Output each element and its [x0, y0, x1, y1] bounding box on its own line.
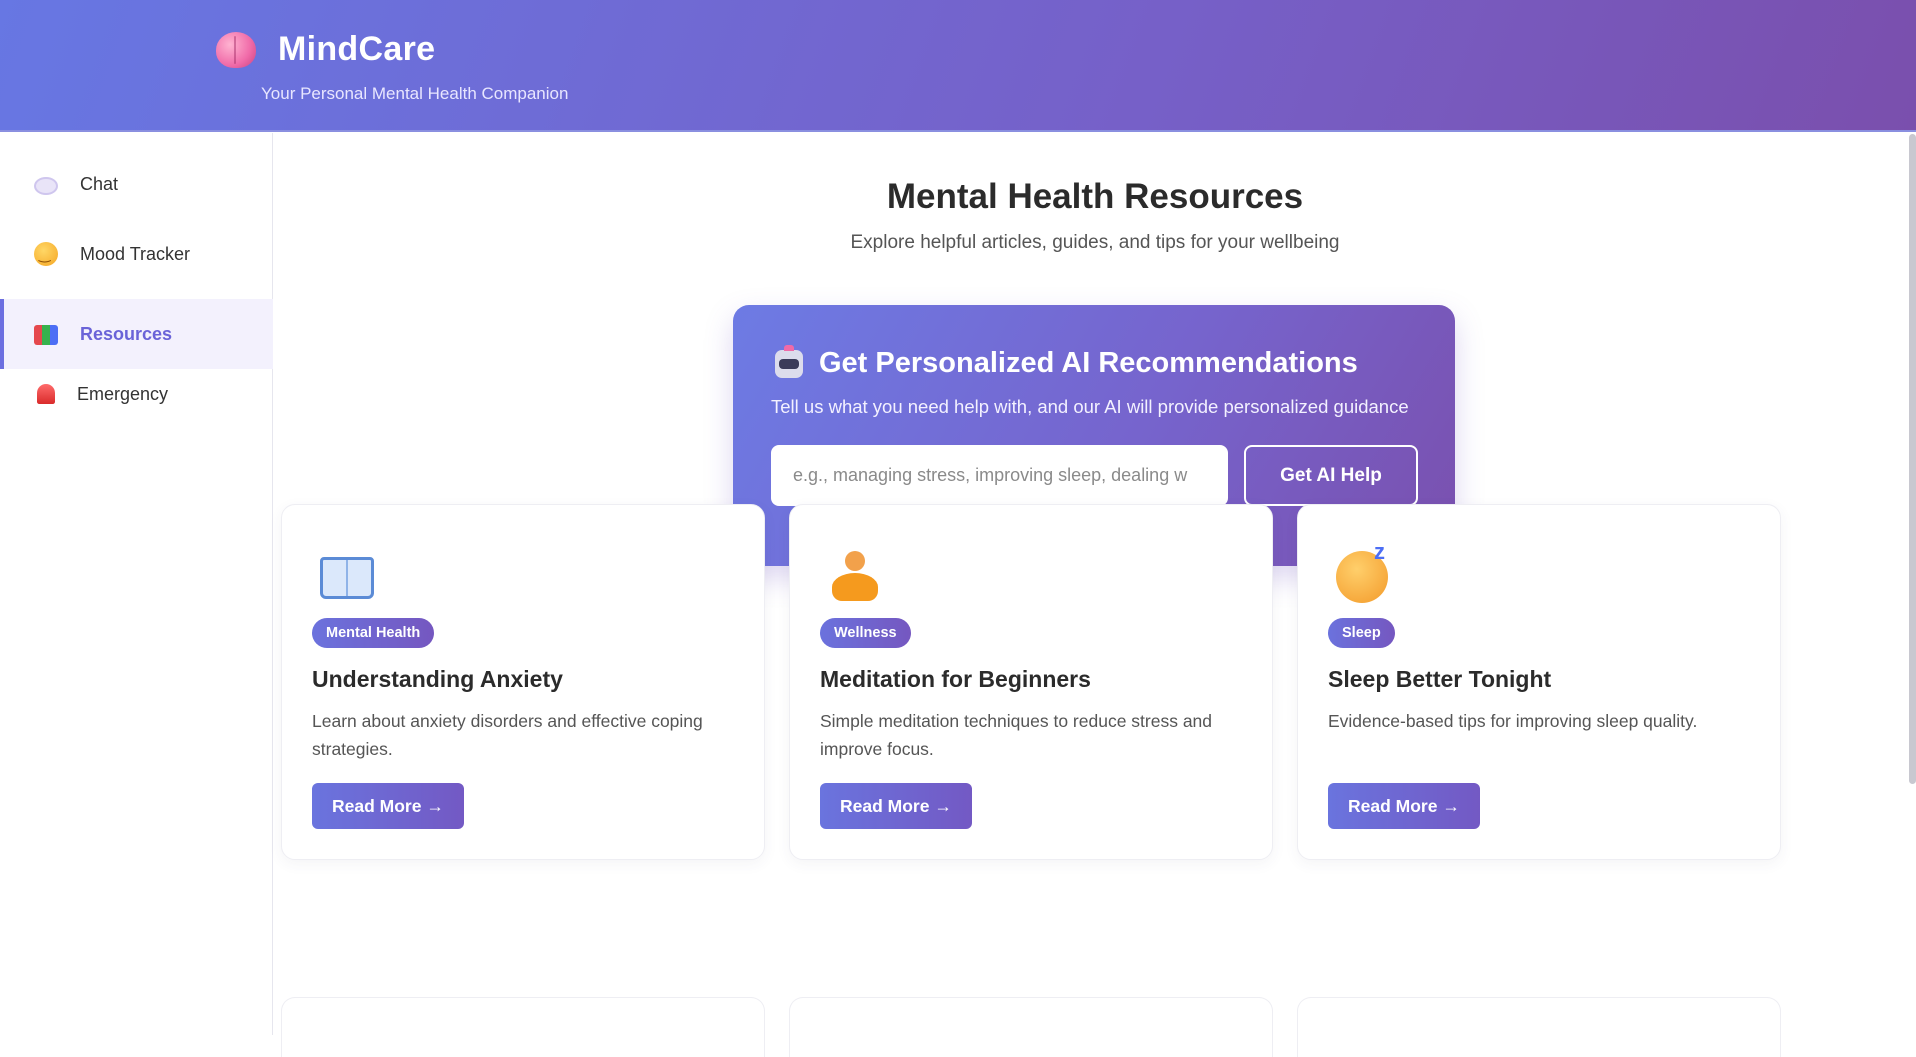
page-title: Mental Health Resources — [886, 177, 1304, 216]
brand[interactable]: MindCare — [216, 30, 435, 69]
card-title: Sleep Better Tonight — [1328, 666, 1552, 692]
sidebar-item-label: Chat — [80, 173, 119, 194]
main-content: Mental Health Resources Explore helpful … — [274, 133, 1916, 1057]
smile-icon — [34, 242, 58, 266]
card-title: Understanding Anxiety — [312, 666, 563, 692]
read-more-button[interactable]: Read More → — [1328, 783, 1480, 829]
category-tag: Mental Health — [312, 618, 435, 648]
card-description: Simple meditation techniques to reduce s… — [820, 711, 1213, 759]
siren-icon — [37, 384, 55, 404]
meditation-icon — [828, 551, 882, 603]
sidebar: Chat Mood Tracker Resources Emergency — [0, 133, 273, 1035]
resource-card-partial — [1297, 997, 1781, 1057]
books-icon — [34, 325, 58, 345]
category-tag: Sleep — [1328, 618, 1395, 648]
read-more-button[interactable]: Read More → — [312, 783, 464, 829]
sidebar-item-label: Mood Tracker — [80, 243, 191, 264]
sidebar-item-label: Resources — [80, 323, 173, 344]
resource-card-anxiety: Mental Health Understanding Anxiety Lear… — [281, 504, 765, 860]
ai-help-input[interactable] — [771, 445, 1228, 506]
sidebar-item-emergency[interactable]: Emergency — [0, 359, 273, 429]
app-title: MindCare — [278, 30, 436, 68]
resource-card-partial — [281, 997, 765, 1057]
robot-icon — [775, 344, 803, 378]
app-subtitle: Your Personal Mental Health Companion — [261, 84, 569, 103]
ai-panel-heading: Get Personalized AI Recommendations — [775, 344, 1358, 380]
read-more-button[interactable]: Read More → — [820, 783, 972, 829]
speech-bubble-icon — [34, 177, 58, 195]
open-book-icon — [320, 557, 374, 599]
sidebar-item-label: Emergency — [77, 383, 169, 404]
get-ai-help-button[interactable]: Get AI Help — [1244, 445, 1418, 506]
card-description: Learn about anxiety disorders and effect… — [312, 711, 703, 759]
resource-card-partial — [789, 997, 1273, 1057]
sidebar-item-chat[interactable]: Chat — [0, 149, 273, 219]
resource-card-meditation: Wellness Meditation for Beginners Simple… — [789, 504, 1273, 860]
sleeping-face-icon — [1336, 539, 1388, 603]
page-scrollbar[interactable] — [1909, 134, 1916, 784]
app-header: MindCare Your Personal Mental Health Com… — [0, 0, 1916, 132]
ai-panel-description: Tell us what you need help with, and our… — [771, 396, 1409, 417]
card-description: Evidence-based tips for improving sleep … — [1328, 711, 1698, 731]
page-subtitle: Explore helpful articles, guides, and ti… — [850, 232, 1340, 253]
brain-icon — [216, 31, 256, 68]
sidebar-item-mood-tracker[interactable]: Mood Tracker — [0, 219, 273, 289]
ai-panel-title: Get Personalized AI Recommendations — [819, 347, 1358, 379]
resource-card-sleep: Sleep Sleep Better Tonight Evidence-base… — [1297, 504, 1781, 860]
category-tag: Wellness — [820, 618, 911, 648]
card-title: Meditation for Beginners — [820, 666, 1091, 692]
